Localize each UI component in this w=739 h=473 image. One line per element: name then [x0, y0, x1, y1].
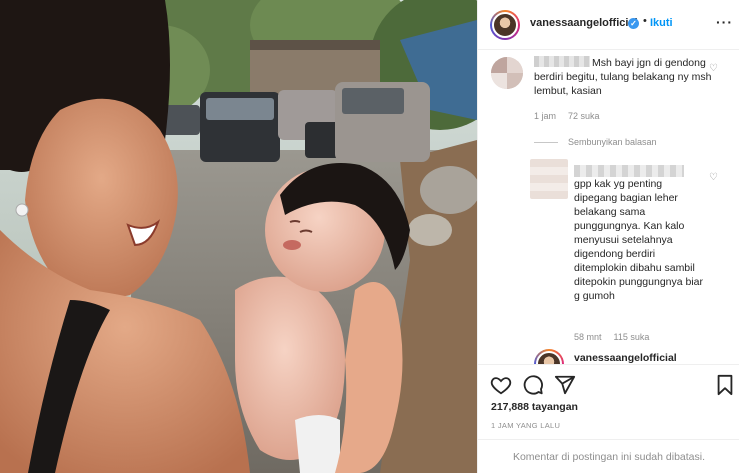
- comment-like-heart-icon[interactable]: ♡: [709, 63, 718, 74]
- reply-meta: 58 mnt 115 suka: [574, 332, 649, 342]
- post-details-panel: vanessaangelofficial ✓ • Ikuti ··· Msh b…: [477, 0, 739, 473]
- view-count[interactable]: 217,888 tayangan: [491, 401, 578, 413]
- reply-like-heart-icon[interactable]: ♡: [709, 172, 718, 183]
- follow-button[interactable]: Ikuti: [650, 17, 673, 29]
- reply-username-redacted: [574, 165, 684, 177]
- author-username[interactable]: vanessaangelofficial: [530, 17, 638, 29]
- share-icon[interactable]: [554, 374, 576, 396]
- next-commenter-username[interactable]: vanessaangelofficial: [574, 352, 677, 364]
- next-commenter-avatar[interactable]: [534, 349, 564, 364]
- comment-likes[interactable]: 72 suka: [568, 111, 600, 121]
- author-avatar[interactable]: [490, 10, 520, 40]
- post-photo: [0, 0, 477, 473]
- bookmark-icon[interactable]: [714, 374, 736, 396]
- verified-badge-icon: ✓: [628, 18, 639, 29]
- hide-replies-button[interactable]: Sembunyikan balasan: [534, 137, 657, 147]
- hide-replies-label: Sembunyikan balasan: [568, 137, 657, 147]
- comment-time: 1 jam: [534, 111, 557, 121]
- heart-icon[interactable]: [490, 374, 512, 396]
- comments-restricted-text: Komentar di postingan ini sudah dibatasi…: [512, 450, 706, 463]
- comment-meta: 1 jam 72 suka: [534, 111, 600, 121]
- header-separator: •: [643, 15, 647, 27]
- comments-list[interactable]: Msh bayi jgn di gendong berdiri begitu, …: [478, 51, 739, 364]
- reply-text: gpp kak yg penting dipegang bagian leher…: [574, 178, 704, 302]
- post-header: vanessaangelofficial ✓ • Ikuti ···: [478, 0, 739, 50]
- reply-time: 58 mnt: [574, 332, 602, 342]
- reply-likes[interactable]: 115 suka: [614, 332, 650, 342]
- more-options-icon[interactable]: ···: [716, 14, 733, 30]
- post-timestamp[interactable]: 1 JAM YANG LALU: [491, 421, 560, 430]
- comments-restricted-bar: Komentar di postingan ini sudah dibatasi…: [478, 439, 739, 473]
- comment-icon[interactable]: [522, 374, 544, 396]
- comment-text: Msh bayi jgn di gendong berdiri begitu, …: [534, 57, 712, 97]
- post-media[interactable]: [0, 0, 477, 473]
- reply-avatar[interactable]: [530, 159, 568, 199]
- commenter-avatar[interactable]: [491, 57, 523, 89]
- post-actions: [478, 364, 739, 400]
